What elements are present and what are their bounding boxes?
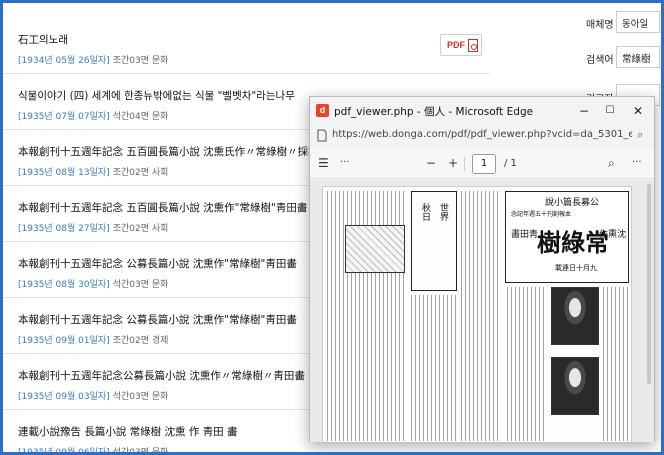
- document-icon[interactable]: [316, 129, 328, 142]
- novel-author: 作熏沈: [599, 230, 627, 240]
- article-date: [1935년 07월 07일자]: [18, 112, 110, 122]
- newspaper-page: 秋日 世界 說小篇長募公 念記年週五十刊創報本 樹綠常 作熏沈 畵田靑 載連日十…: [322, 186, 632, 442]
- media-label: 매체명: [586, 20, 614, 31]
- article-section: 석간04면 문화: [112, 112, 169, 122]
- pdf-app-icon: d: [316, 104, 329, 117]
- search-label: 검색어: [586, 55, 614, 66]
- window-title: pdf_viewer.php - 個人 - Microsoft Edge: [334, 106, 534, 118]
- text-columns-center: [461, 191, 501, 441]
- pdf-button[interactable]: PDF: [440, 34, 482, 56]
- story-illustration: [345, 225, 405, 273]
- article-meta: [1935년 08월 27일자] 조간02면 사회: [18, 221, 168, 234]
- media-select[interactable]: 동아일: [616, 11, 660, 33]
- article-meta: [1935년 08월 13일자] 조간02면 사회: [18, 165, 168, 178]
- article-title-link[interactable]: 石工의노래: [18, 32, 68, 47]
- serial-start-notice: 載連日十月九: [555, 264, 597, 272]
- article-date: [1935년 08월 27일자]: [18, 224, 110, 234]
- window-titlebar[interactable]: d pdf_viewer.php - 個人 - Microsoft Edge −…: [310, 97, 654, 125]
- text-columns-right-a: [507, 287, 547, 441]
- article-title-link[interactable]: 本報創刊十五週年記念公募長篇小說 沈熏作〃常綠樹〃靑田畵: [18, 368, 305, 383]
- article-section: 조간03면 문화: [112, 56, 169, 66]
- zoom-icon[interactable]: ⌕: [637, 128, 643, 142]
- contents-icon[interactable]: ☰: [318, 156, 329, 170]
- article-date: [1935년 08월 13일자]: [18, 168, 110, 178]
- more-icon[interactable]: ···: [340, 156, 350, 170]
- toolbar-divider: [464, 157, 465, 171]
- close-button[interactable]: ✕: [628, 102, 648, 120]
- minimize-button[interactable]: −: [574, 102, 594, 120]
- article-title-link[interactable]: 連載小說豫告 長篇小說 常綠樹 沈熏 作 靑田 畵: [18, 424, 238, 439]
- pdf-label: PDF: [447, 40, 465, 50]
- article-section: 조간02면 사회: [112, 168, 169, 178]
- notice-subheadline: 念記年週五十刊創報本: [511, 211, 572, 218]
- zoom-out-button[interactable]: −: [426, 156, 436, 170]
- article-title-link[interactable]: 本報創刊十五週年記念 五百圓長篇小說 沈熏氏作〃常綠樹〃採擇: [18, 144, 319, 159]
- column-heading-2: 世界: [438, 203, 448, 221]
- page-total: / 1: [504, 158, 517, 169]
- article-section: 석간03면 문화: [112, 280, 169, 290]
- artist-portrait: [551, 357, 599, 415]
- more-options-icon[interactable]: ···: [632, 156, 642, 170]
- article-date: [1935년 09월 06일자]: [18, 448, 110, 455]
- article-title-link[interactable]: 本報創刊十五週年記念 公募長篇小說 沈熏作"常綠樹"靑田畵: [18, 312, 297, 327]
- list-item[interactable]: 石工의노래 [1934년 05월 26일자] 조간03면 문화 PDF: [4, 18, 490, 74]
- viewer-scrollbar[interactable]: [647, 184, 651, 384]
- column-heading-1: 秋日: [420, 203, 430, 221]
- article-title-link[interactable]: 식물이야기 (四) 세계에 한종뉴밖에없는 식물 "벨벳차"라는나무: [18, 88, 295, 103]
- article-date: [1935년 08월 30일자]: [18, 280, 110, 290]
- url-text[interactable]: https://web.donga.com/pdf/pdf_viewer.php…: [332, 129, 632, 140]
- notice-headline: 說小篇長募公: [545, 198, 600, 208]
- article-date: [1934년 05월 26일자]: [18, 56, 110, 66]
- pdf-toolbar: ☰ ··· − + 1 / 1 ⌕ ···: [310, 149, 654, 179]
- search-input[interactable]: 常綠樹: [616, 46, 660, 68]
- pdf-file-icon: [468, 39, 478, 52]
- article-section: 석간03면 문화: [112, 392, 169, 402]
- article-meta: [1935년 09월 03일자] 석간03면 문화: [18, 389, 168, 402]
- author-portrait: [551, 287, 599, 345]
- article-section: 조간02면 사회: [112, 224, 169, 234]
- article-meta: [1935년 07월 07일자] 석간04면 문화: [18, 109, 168, 122]
- pdf-viewer-area[interactable]: 秋日 世界 說小篇長募公 念記年週五十刊創報本 樹綠常 作熏沈 畵田靑 載連日十…: [310, 180, 654, 442]
- article-meta: [1935년 09월 06일자] 석간03면 문화: [18, 445, 168, 455]
- article-section: 조간02면 경제: [112, 336, 169, 346]
- text-columns-middle: [411, 295, 457, 441]
- page-number-input[interactable]: 1: [472, 154, 496, 174]
- article-meta: [1935년 08월 30일자] 석간03면 문화: [18, 277, 168, 290]
- article-meta: [1934년 05월 26일자] 조간03면 문화: [18, 53, 168, 66]
- middle-column-box: [411, 191, 457, 291]
- novel-artist: 畵田靑: [511, 230, 539, 240]
- search-icon[interactable]: ⌕: [608, 156, 615, 170]
- maximize-button[interactable]: ☐: [600, 102, 620, 120]
- article-date: [1935년 09월 01일자]: [18, 336, 110, 346]
- article-meta: [1935년 09월 01일자] 조간02면 경제: [18, 333, 168, 346]
- text-columns-right-b: [603, 287, 629, 441]
- zoom-in-button[interactable]: +: [448, 156, 458, 170]
- address-bar[interactable]: https://web.donga.com/pdf/pdf_viewer.php…: [310, 125, 654, 147]
- article-title-link[interactable]: 本報創刊十五週年記念 公募長篇小說 沈熏作"常綠樹"靑田畵: [18, 256, 297, 271]
- edge-pdf-window: d pdf_viewer.php - 個人 - Microsoft Edge −…: [309, 96, 655, 442]
- article-section: 석간03면 문화: [112, 448, 169, 455]
- article-date: [1935년 09월 03일자]: [18, 392, 110, 402]
- article-title-link[interactable]: 本報創刊十五週年記念 五百圓長篇小說 沈熏作"常綠樹"靑田畵: [18, 200, 307, 215]
